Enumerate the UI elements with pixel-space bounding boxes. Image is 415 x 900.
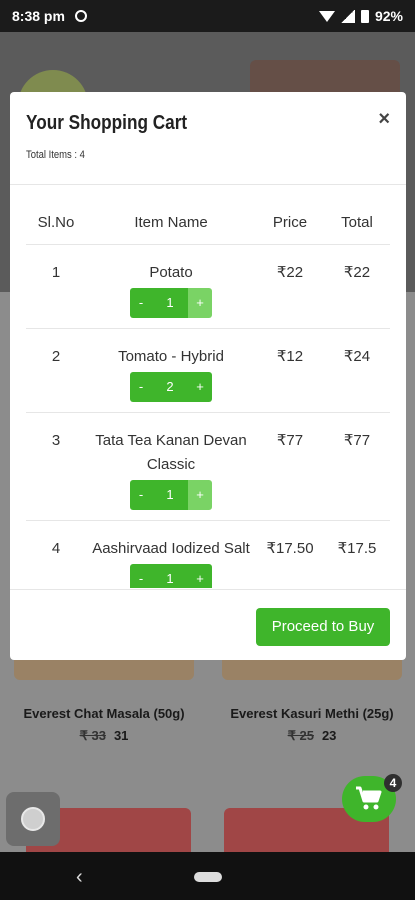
navigation-bar: ‹ (0, 852, 415, 900)
status-time: 8:38 pm (12, 8, 65, 24)
row-item-cell: Aashirvaad Iodized Salt - 1 + (86, 520, 256, 588)
decrease-quantity-button[interactable]: - (130, 287, 152, 318)
decrease-quantity-button[interactable]: - (130, 563, 152, 588)
decrease-quantity-button[interactable]: - (130, 371, 152, 402)
table-row: 4 Aashirvaad Iodized Salt - 1 + ₹17.50 ₹… (26, 520, 390, 588)
proceed-to-buy-button[interactable]: Proceed to Buy (256, 608, 390, 646)
notification-icon (74, 10, 87, 22)
row-price: ₹17.50 (256, 520, 324, 588)
product-name: Everest Chat Masala (50g) (23, 706, 185, 721)
modal-title: Your Shopping Cart (26, 112, 188, 134)
table-header-row: Sl.No Item Name Price Total (26, 186, 390, 245)
cart-icon (356, 786, 382, 810)
row-item-cell: Tata Tea Kanan Devan Classic - 1 + (86, 412, 256, 521)
home-pill-icon[interactable] (194, 872, 222, 882)
row-item-name: Tata Tea Kanan Devan Classic (95, 431, 247, 473)
row-slno: 4 (26, 520, 86, 588)
assistive-dot-icon (21, 807, 45, 831)
modal-footer: Proceed to Buy (10, 589, 406, 660)
modal-header: Your Shopping Cart Total Items : 4 × (10, 92, 406, 185)
column-header-item-name: Item Name (86, 186, 256, 245)
row-item-name: Potato (149, 263, 193, 281)
row-total: ₹17.5 (324, 520, 390, 588)
increase-quantity-button[interactable]: + (188, 371, 212, 402)
total-items-label: Total Items : 4 (26, 149, 85, 161)
cart-count-badge: 4 (384, 774, 402, 792)
quantity-value: 1 (152, 287, 188, 318)
table-row: 2 Tomato - Hybrid - 2 + ₹12 ₹24 (26, 328, 390, 413)
row-price: ₹22 (256, 244, 324, 329)
shopping-cart-modal: Your Shopping Cart Total Items : 4 × Sl.… (10, 92, 406, 660)
increase-quantity-button[interactable]: + (188, 563, 212, 588)
row-item-name: Tomato - Hybrid (118, 347, 224, 365)
quantity-stepper: - 2 + (130, 371, 212, 402)
product-price: ₹ 33 31 (14, 728, 194, 744)
close-icon[interactable]: × (378, 108, 390, 131)
battery-level: 92% (374, 8, 403, 24)
row-price: ₹77 (256, 412, 324, 521)
product-new-price: 31 (113, 728, 129, 743)
column-header-price: Price (256, 186, 324, 245)
quantity-value: 1 (152, 479, 188, 510)
cart-table-container[interactable]: Sl.No Item Name Price Total 1 Potato - 1… (10, 186, 406, 588)
product-old-price: ₹ 33 (79, 728, 106, 743)
product-image (14, 660, 194, 680)
quantity-stepper: - 1 + (130, 479, 212, 510)
battery-icon (360, 9, 369, 23)
row-item-cell: Tomato - Hybrid - 2 + (86, 328, 256, 413)
row-total: ₹24 (324, 328, 390, 413)
status-bar: 8:38 pm 92% (0, 0, 415, 32)
signal-icon (340, 9, 355, 23)
increase-quantity-button[interactable]: + (188, 479, 212, 510)
column-header-total: Total (324, 186, 390, 245)
row-price: ₹12 (256, 328, 324, 413)
quantity-stepper: - 1 + (130, 287, 212, 318)
product-new-price: 23 (321, 728, 337, 743)
product-image (222, 660, 402, 680)
increase-quantity-button[interactable]: + (188, 287, 212, 318)
row-slno: 2 (26, 328, 86, 413)
table-row: 1 Potato - 1 + ₹22 ₹22 (26, 244, 390, 329)
row-total: ₹77 (324, 412, 390, 521)
row-slno: 1 (26, 244, 86, 329)
row-total: ₹22 (324, 244, 390, 329)
product-price: ₹ 25 23 (222, 728, 402, 744)
table-row: 3 Tata Tea Kanan Devan Classic - 1 + ₹77… (26, 412, 390, 521)
product-old-price: ₹ 25 (287, 728, 314, 743)
status-icons: 92% (318, 8, 403, 24)
row-item-name: Aashirvaad Iodized Salt (92, 539, 250, 557)
product-card[interactable]: Everest Kasuri Methi (25g) ₹ 25 23 (222, 660, 402, 744)
product-name: Everest Kasuri Methi (25g) (230, 706, 394, 721)
row-slno: 3 (26, 412, 86, 521)
quantity-stepper: - 1 + (130, 563, 212, 588)
quantity-value: 2 (152, 371, 188, 402)
cart-fab-button[interactable]: 4 (342, 774, 402, 822)
cart-table: Sl.No Item Name Price Total 1 Potato - 1… (26, 186, 390, 588)
back-icon[interactable]: ‹ (76, 866, 83, 889)
decrease-quantity-button[interactable]: - (130, 479, 152, 510)
column-header-slno: Sl.No (26, 186, 86, 245)
wifi-icon (318, 10, 335, 22)
quantity-value: 1 (152, 563, 188, 588)
assistive-touch-button[interactable] (6, 792, 60, 846)
product-card[interactable]: Everest Chat Masala (50g) ₹ 33 31 (14, 660, 194, 744)
row-item-cell: Potato - 1 + (86, 244, 256, 329)
